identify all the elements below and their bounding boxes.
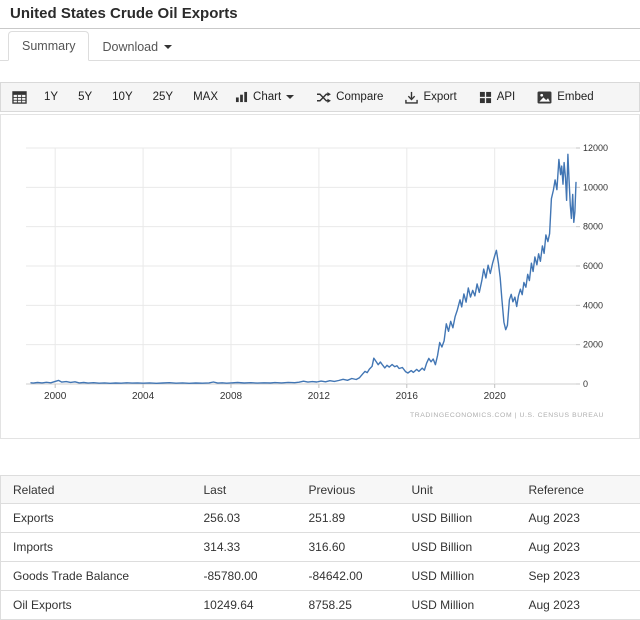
svg-text:2004: 2004 <box>132 391 155 402</box>
related-link[interactable]: Goods Trade Balance <box>13 569 129 583</box>
unit-value: USD Billion <box>412 504 529 533</box>
related-indicators-table: Related Last Previous Unit Reference Exp… <box>0 475 640 620</box>
tab-summary-label: Summary <box>22 39 75 53</box>
svg-text:2008: 2008 <box>220 391 243 402</box>
range-5y-button[interactable]: 5Y <box>71 87 99 107</box>
reference-value: Aug 2023 <box>529 591 640 620</box>
unit-value: USD Million <box>412 591 529 620</box>
table-row: Imports 314.33316.60USD BillionAug 2023 <box>1 533 640 562</box>
last-value: -85780.00 <box>204 562 309 591</box>
download-icon <box>405 91 418 104</box>
reference-value: Aug 2023 <box>529 504 640 533</box>
svg-text:2020: 2020 <box>484 391 507 402</box>
unit-value: USD Million <box>412 562 529 591</box>
column-header-related: Related <box>1 476 204 504</box>
exports-line-chart[interactable]: 0 2000 4000 6000 8000 10000 12000 2000 2004 2008 2… <box>1 115 639 438</box>
bar-chart-icon <box>235 91 248 103</box>
tab-download[interactable]: Download <box>89 33 185 61</box>
svg-text:4000: 4000 <box>583 300 603 310</box>
last-value: 314.33 <box>204 533 309 562</box>
calendar-icon <box>12 90 27 104</box>
export-label: Export <box>423 91 456 103</box>
last-value: 10249.64 <box>204 591 309 620</box>
svg-text:2016: 2016 <box>396 391 419 402</box>
table-row: Exports 256.03251.89USD BillionAug 2023 <box>1 504 640 533</box>
previous-value: 316.60 <box>309 533 412 562</box>
related-link[interactable]: Imports <box>13 540 53 554</box>
reference-value: Aug 2023 <box>529 533 640 562</box>
svg-text:2012: 2012 <box>308 391 331 402</box>
chart-type-label: Chart <box>253 91 281 103</box>
previous-value: -84642.00 <box>309 562 412 591</box>
related-link[interactable]: Oil Exports <box>13 598 72 612</box>
column-header-reference: Reference <box>529 476 640 504</box>
chevron-down-icon <box>286 95 294 99</box>
tab-download-label: Download <box>102 40 158 54</box>
svg-text:2000: 2000 <box>583 340 603 350</box>
tab-summary[interactable]: Summary <box>8 31 89 61</box>
chevron-down-icon <box>164 45 172 49</box>
svg-text:8000: 8000 <box>583 222 603 232</box>
reference-value: Sep 2023 <box>529 562 640 591</box>
svg-text:2000: 2000 <box>44 391 67 402</box>
range-25y-button[interactable]: 25Y <box>146 87 180 107</box>
embed-button[interactable]: Embed <box>530 87 600 108</box>
svg-text:6000: 6000 <box>583 261 603 271</box>
range-10y-button[interactable]: 10Y <box>105 87 139 107</box>
compare-button[interactable]: Compare <box>309 87 390 108</box>
shuffle-arrows-icon <box>316 91 331 104</box>
picture-icon <box>537 91 552 104</box>
svg-text:10000: 10000 <box>583 182 608 192</box>
table-row: Oil Exports 10249.648758.25USD MillionAug… <box>1 591 640 620</box>
chart-type-button[interactable]: Chart <box>228 87 301 107</box>
tab-bar: Summary Download <box>0 29 640 61</box>
compare-label: Compare <box>336 91 383 103</box>
page-header: United States Crude Oil Exports <box>0 0 640 29</box>
previous-value: 8758.25 <box>309 591 412 620</box>
chart-panel: 0 2000 4000 6000 8000 10000 12000 2000 2004 2008 2… <box>0 114 640 439</box>
range-max-button[interactable]: MAX <box>186 87 225 107</box>
page-title: United States Crude Oil Exports <box>10 5 630 22</box>
related-link[interactable]: Exports <box>13 511 54 525</box>
embed-label: Embed <box>557 91 593 103</box>
svg-text:0: 0 <box>583 379 588 389</box>
column-header-last: Last <box>204 476 309 504</box>
range-buttons: 1Y 5Y 10Y 25Y MAX <box>37 87 225 107</box>
api-label: API <box>497 91 516 103</box>
svg-text:12000: 12000 <box>583 143 608 153</box>
calendar-button[interactable] <box>10 86 34 108</box>
chart-attribution: TRADINGECONOMICS.COM | U.S. CENSUS BUREA… <box>410 412 604 419</box>
last-value: 256.03 <box>204 504 309 533</box>
chart-toolbar: 1Y 5Y 10Y 25Y MAX Chart Compare <box>0 82 640 112</box>
table-row: Goods Trade Balance -85780.00-84642.00USD… <box>1 562 640 591</box>
api-button[interactable]: API <box>472 87 523 108</box>
previous-value: 251.89 <box>309 504 412 533</box>
range-1y-button[interactable]: 1Y <box>37 87 65 107</box>
export-button[interactable]: Export <box>398 87 463 108</box>
unit-value: USD Billion <box>412 533 529 562</box>
column-header-unit: Unit <box>412 476 529 504</box>
grid-squares-icon <box>479 91 492 104</box>
column-header-previous: Previous <box>309 476 412 504</box>
table-header-row: Related Last Previous Unit Reference <box>1 476 640 504</box>
